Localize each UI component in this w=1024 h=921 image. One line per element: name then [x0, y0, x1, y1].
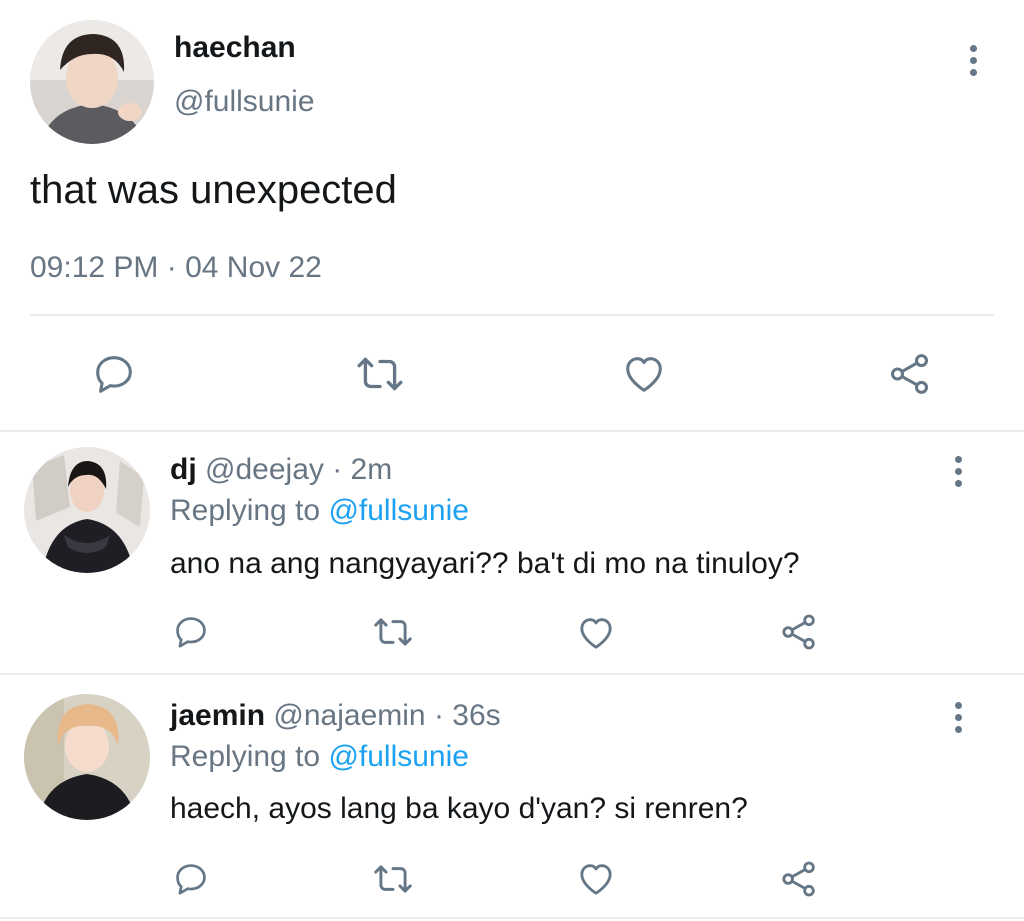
retweet-icon[interactable]	[355, 351, 405, 397]
like-icon[interactable]	[576, 859, 616, 899]
more-options-icon[interactable]	[967, 45, 979, 81]
section-divider	[0, 430, 1024, 432]
display-name[interactable]: dj	[170, 453, 197, 486]
replying-to: Replying to @fullsunie	[170, 739, 469, 775]
avatar[interactable]	[24, 694, 150, 820]
avatar[interactable]	[24, 447, 150, 573]
reply-icon[interactable]	[91, 351, 137, 397]
replying-to-handle[interactable]: @fullsunie	[328, 740, 469, 773]
user-handle[interactable]: @najaemin	[273, 699, 425, 732]
like-icon[interactable]	[621, 351, 667, 397]
tweet-text: that was unexpected	[30, 168, 397, 212]
reply-header: jaemin @najaemin · 36s	[170, 698, 501, 734]
reply-icon[interactable]	[172, 613, 210, 651]
like-icon[interactable]	[576, 613, 616, 653]
retweet-icon[interactable]	[372, 860, 414, 898]
reply-text: ano na ang nangyayari?? ba't di mo na ti…	[170, 547, 800, 580]
share-icon[interactable]	[779, 859, 819, 899]
reply-time: · 36s	[433, 699, 501, 732]
reply-time: · 2m	[332, 453, 393, 486]
reply-text: haech, ayos lang ba kayo d'yan? si renre…	[170, 792, 748, 825]
share-icon[interactable]	[779, 612, 819, 652]
section-divider	[0, 917, 1024, 919]
tweet-timestamp: 09:12 PM · 04 Nov 22	[30, 251, 322, 284]
more-options-icon[interactable]	[952, 456, 964, 492]
more-options-icon[interactable]	[952, 702, 964, 738]
reply-icon[interactable]	[172, 860, 210, 898]
reply-header: dj @deejay · 2m	[170, 452, 392, 488]
retweet-icon[interactable]	[372, 613, 414, 651]
section-divider	[0, 673, 1024, 675]
user-handle[interactable]: @fullsunie	[174, 84, 315, 120]
replying-to: Replying to @fullsunie	[170, 493, 469, 529]
replying-to-handle[interactable]: @fullsunie	[328, 494, 469, 527]
user-handle[interactable]: @deejay	[205, 453, 324, 486]
share-icon[interactable]	[887, 351, 933, 397]
timestamp-divider	[30, 314, 994, 316]
display-name[interactable]: haechan	[174, 30, 296, 66]
replying-to-label: Replying to	[170, 740, 321, 773]
avatar[interactable]	[30, 20, 154, 144]
display-name[interactable]: jaemin	[170, 699, 265, 732]
replying-to-label: Replying to	[170, 494, 321, 527]
